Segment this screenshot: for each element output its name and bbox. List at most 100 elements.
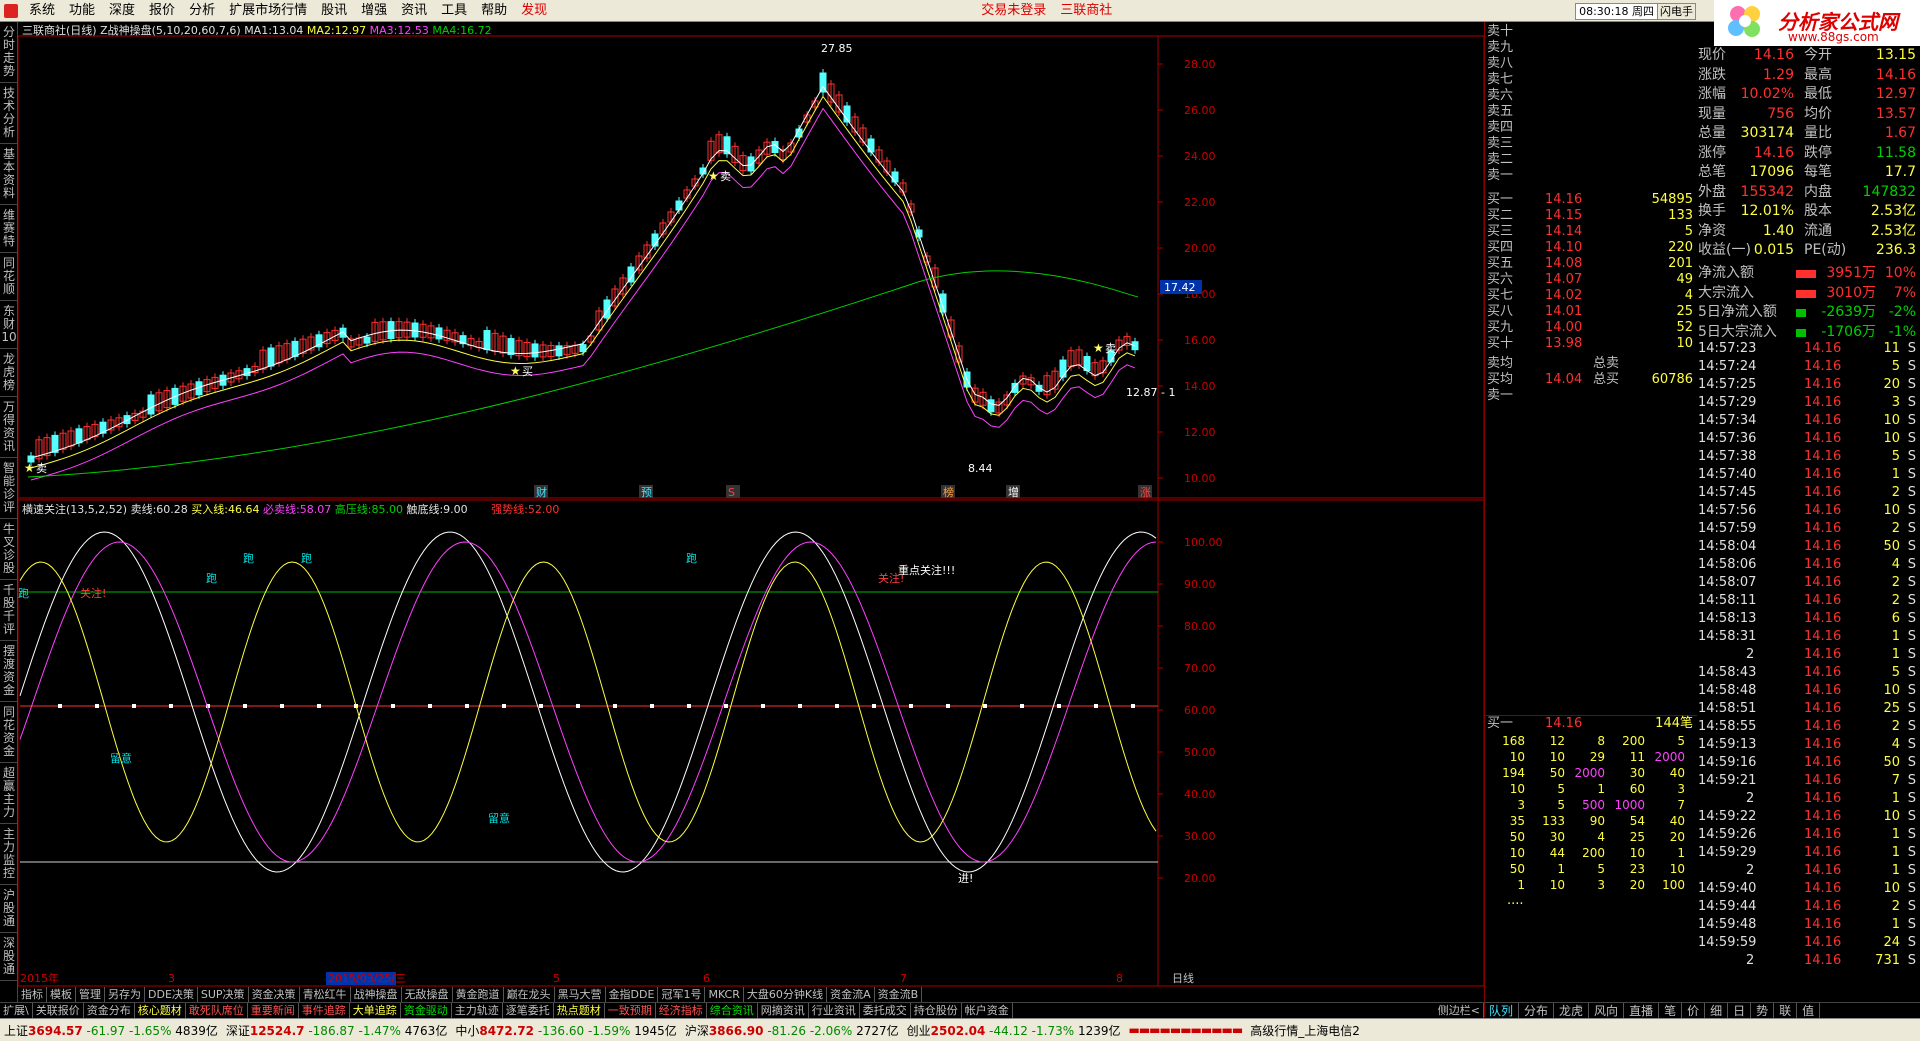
info-tab-14[interactable]: 综合资讯 <box>707 1003 758 1018</box>
sell-level-9[interactable]: 卖一 <box>1485 168 1697 184</box>
info-tab-4[interactable]: 敢死队席位 <box>186 1003 248 1018</box>
sell-level-3[interactable]: 卖七 <box>1485 72 1697 88</box>
indicator-tab-16[interactable]: 大盘60分钟K线 <box>744 987 828 1002</box>
right-tab-3[interactable]: 风向 <box>1589 1003 1625 1018</box>
menu-alert[interactable]: 发现 <box>514 0 554 22</box>
queue-row[interactable]: 10 10 29 11 2000 <box>1485 749 1697 765</box>
indicator-tab-8[interactable]: 战神操盘 <box>351 987 402 1002</box>
sell-level-4[interactable]: 卖六 <box>1485 88 1697 104</box>
info-tab-3[interactable]: 核心题材 <box>135 1003 186 1018</box>
indicator-tab-6[interactable]: 资金决策 <box>249 987 300 1002</box>
menu-item-8[interactable]: 资讯 <box>394 0 434 22</box>
indicator-tab-9[interactable]: 无敌操盘 <box>402 987 453 1002</box>
queue-row[interactable]: 168 12 8 200 5 <box>1485 733 1697 749</box>
info-tab-1[interactable]: 关联报价 <box>33 1003 84 1018</box>
feed-server[interactable]: 高级行情_上海电信2 <box>1246 1022 1364 1039</box>
sell-level-7[interactable]: 卖三 <box>1485 136 1697 152</box>
info-tab-10[interactable]: 逐笔委托 <box>503 1003 554 1018</box>
info-tab-16[interactable]: 行业资讯 <box>809 1003 860 1018</box>
queue-row[interactable]: 1 10 3 20 100 <box>1485 877 1697 893</box>
indicator-tab-13[interactable]: 金指DDE <box>606 987 659 1002</box>
info-tab-7[interactable]: 大单追踪 <box>350 1003 401 1018</box>
sell-level-2[interactable]: 卖八 <box>1485 56 1697 72</box>
info-tab-17[interactable]: 委托成交 <box>860 1003 911 1018</box>
queue-row[interactable]: 3 5 500 1000 7 <box>1485 797 1697 813</box>
buy-average-row[interactable]: 买均 14.04 总买 60786 <box>1485 372 1697 388</box>
buy-level-4[interactable]: 买五 14.08 201 <box>1485 256 1697 272</box>
info-tab-19[interactable]: 帐户资金 <box>962 1003 1013 1018</box>
index-hs[interactable]: 沪深3866.90 -81.26 -2.06% 2727亿 <box>681 1022 903 1039</box>
sell-average-row[interactable]: 卖均 总卖 <box>1485 356 1697 372</box>
right-tab-2[interactable]: 龙虎 <box>1554 1003 1590 1018</box>
buy-level-5[interactable]: 买六 14.07 49 <box>1485 272 1697 288</box>
kline-chart[interactable]: 28.00 26.00 24.00 22.00 20.00 18.00 16.00 14.00… <box>18 22 1484 987</box>
indicator-tab-10[interactable]: 黄金跑道 <box>453 987 504 1002</box>
buy-level-1[interactable]: 买二 14.15 133 <box>1485 208 1697 224</box>
index-sh[interactable]: 上证3694.57 -61.97 -1.65% 4839亿 <box>0 1022 222 1039</box>
left-tab-15[interactable]: 沪股通 <box>0 885 18 933</box>
menu-item-9[interactable]: 工具 <box>434 0 474 22</box>
right-tab-11[interactable]: 值 <box>1797 1003 1821 1018</box>
left-tab-14[interactable]: 主力监控 <box>0 824 18 885</box>
indicator-tab-0[interactable]: 指标 <box>18 987 47 1002</box>
left-tab-9[interactable]: 牛叉诊股 <box>0 519 18 580</box>
left-tab-12[interactable]: 同花资金 <box>0 702 18 763</box>
menu-item-5[interactable]: 扩展市场行情 <box>222 0 314 22</box>
indicator-tab-7[interactable]: 青松红牛 <box>300 987 351 1002</box>
sell-level-1[interactable]: 卖九 <box>1485 40 1697 56</box>
indicator-tab-4[interactable]: DDE决策 <box>145 987 198 1002</box>
menu-item-4[interactable]: 分析 <box>182 0 222 22</box>
right-tab-6[interactable]: 价 <box>1682 1003 1706 1018</box>
left-tab-16[interactable]: 深股通 <box>0 933 18 981</box>
left-tab-1[interactable]: 技术分析 <box>0 83 18 144</box>
buy-level-7[interactable]: 买八 14.01 25 <box>1485 304 1697 320</box>
sell-level-0[interactable]: 卖十 <box>1485 24 1697 40</box>
info-tab-13[interactable]: 经济指标 <box>656 1003 707 1018</box>
info-tab-15[interactable]: 网摘资讯 <box>758 1003 809 1018</box>
menu-item-0[interactable]: 系统 <box>22 0 62 22</box>
menu-item-10[interactable]: 帮助 <box>474 0 514 22</box>
left-tab-6[interactable]: 龙虎榜 <box>0 349 18 397</box>
index-sz[interactable]: 深证12524.7 -186.87 -1.47% 4763亿 <box>222 1022 451 1039</box>
buy-level-6[interactable]: 买七 14.02 4 <box>1485 288 1697 304</box>
indicator-tab-3[interactable]: 另存为 <box>105 987 145 1002</box>
left-tab-13[interactable]: 超赢主力 <box>0 763 18 824</box>
indicator-tab-17[interactable]: 资金流A <box>827 987 875 1002</box>
left-tab-4[interactable]: 同花顺 <box>0 253 18 301</box>
indicator-tab-2[interactable]: 管理 <box>76 987 105 1002</box>
queue-row[interactable]: 10 44 200 10 1 <box>1485 845 1697 861</box>
left-tab-5[interactable]: 东财10 <box>0 301 18 349</box>
flash-trade-button[interactable]: 闪电手 <box>1657 3 1696 20</box>
queue-header[interactable]: 买一 14.16 144笔 <box>1485 715 1697 731</box>
left-tab-10[interactable]: 千股千评 <box>0 580 18 641</box>
queue-row[interactable]: 10 5 1 60 3 <box>1485 781 1697 797</box>
queue-row[interactable]: 50 1 5 23 10 <box>1485 861 1697 877</box>
right-tab-4[interactable]: 直播 <box>1624 1003 1660 1018</box>
index-cy[interactable]: 创业2502.04 -44.12 -1.73% 1239亿 <box>903 1022 1125 1039</box>
info-tab-11[interactable]: 热点题材 <box>554 1003 605 1018</box>
sell-one-row[interactable]: 卖一 <box>1485 388 1697 404</box>
left-tab-8[interactable]: 智能诊评 <box>0 458 18 519</box>
buy-level-2[interactable]: 买三 14.14 5 <box>1485 224 1697 240</box>
menu-item-1[interactable]: 功能 <box>62 0 102 22</box>
menu-item-2[interactable]: 深度 <box>102 0 142 22</box>
queue-row[interactable]: 35 133 90 54 40 <box>1485 813 1697 829</box>
queue-row[interactable]: 194 50 2000 30 40 <box>1485 765 1697 781</box>
right-tab-1[interactable]: 分布 <box>1519 1003 1555 1018</box>
buy-level-0[interactable]: 买一 14.16 54895 <box>1485 192 1697 208</box>
sell-level-8[interactable]: 卖二 <box>1485 152 1697 168</box>
left-tab-11[interactable]: 摆渡资金 <box>0 641 18 702</box>
sell-level-6[interactable]: 卖四 <box>1485 120 1697 136</box>
right-tab-9[interactable]: 势 <box>1751 1003 1775 1018</box>
indicator-tab-14[interactable]: 冠军1号 <box>658 987 706 1002</box>
indicator-tab-15[interactable]: MKCR <box>705 987 744 1002</box>
buy-level-3[interactable]: 买四 14.10 220 <box>1485 240 1697 256</box>
indicator-tab-5[interactable]: SUP决策 <box>198 987 249 1002</box>
info-tab-5[interactable]: 重要新闻 <box>248 1003 299 1018</box>
queue-more[interactable]: .... <box>1485 893 1697 909</box>
indicator-tab-11[interactable]: 巅在龙头 <box>504 987 555 1002</box>
left-tab-7[interactable]: 万得资讯 <box>0 397 18 458</box>
buy-level-8[interactable]: 买九 14.00 52 <box>1485 320 1697 336</box>
info-tab-0[interactable]: 扩展\ <box>0 1003 33 1018</box>
indicator-tab-1[interactable]: 模板 <box>47 987 76 1002</box>
